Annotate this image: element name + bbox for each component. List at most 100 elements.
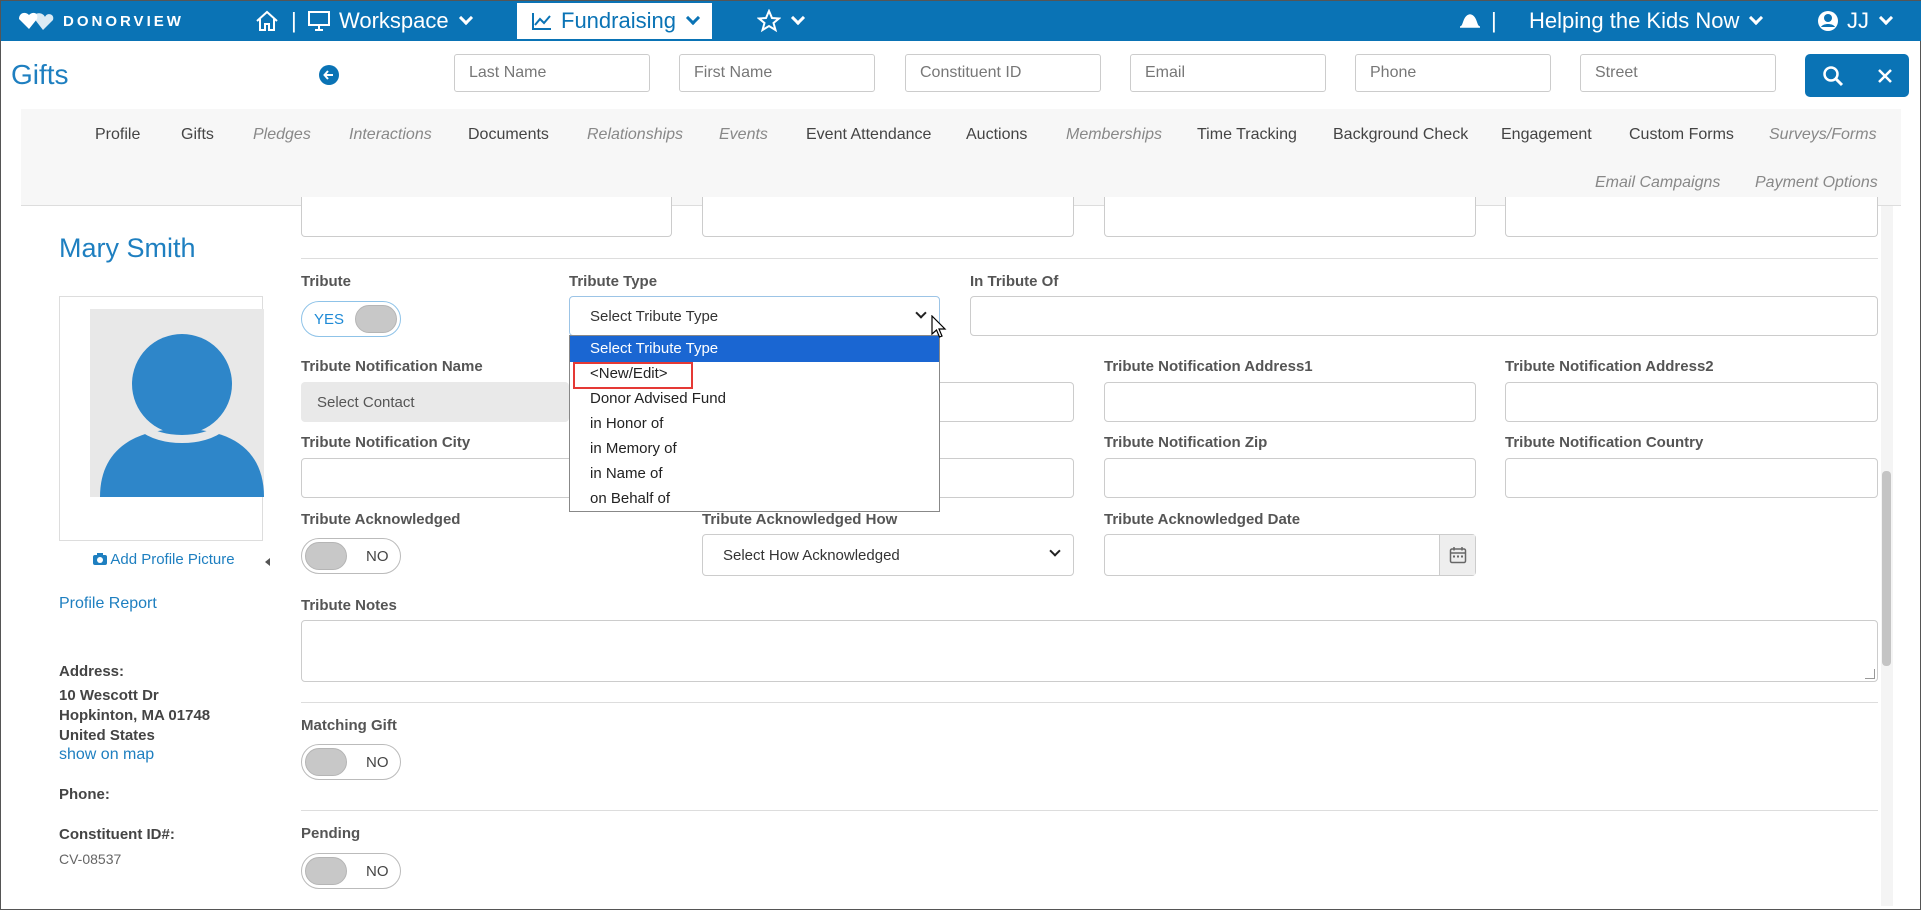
pending-toggle[interactable]: NO bbox=[301, 853, 401, 889]
tab-gifts[interactable]: Gifts bbox=[181, 126, 214, 144]
matching-gift-toggle-label: NO bbox=[366, 754, 389, 771]
tribute-notes-textarea[interactable] bbox=[301, 620, 1878, 682]
notification-zip-input[interactable] bbox=[1104, 458, 1476, 498]
tab-surveys-forms[interactable]: Surveys/Forms bbox=[1769, 126, 1877, 144]
pending-label: Pending bbox=[301, 825, 361, 842]
tab-relationships[interactable]: Relationships bbox=[587, 126, 683, 144]
in-tribute-of-input[interactable] bbox=[970, 296, 1878, 336]
form-field-top-3[interactable] bbox=[1104, 197, 1476, 237]
toggle-knob bbox=[305, 857, 347, 885]
tab-background-check[interactable]: Background Check bbox=[1333, 126, 1468, 144]
acknowledged-how-select[interactable]: Select How Acknowledged bbox=[702, 534, 1074, 576]
section-divider bbox=[301, 258, 1878, 259]
star-icon bbox=[757, 9, 781, 33]
donorview-logo[interactable]: DONORVIEW bbox=[15, 9, 184, 33]
section-divider bbox=[301, 810, 1878, 811]
avatar-container bbox=[59, 296, 264, 541]
dropdown-option-in-honor-of[interactable]: in Honor of bbox=[590, 415, 663, 432]
favorites-menu[interactable] bbox=[757, 1, 806, 41]
add-profile-picture-link[interactable]: Add Profile Picture bbox=[93, 551, 235, 568]
calendar-button[interactable] bbox=[1439, 535, 1475, 575]
address-line-3: United States bbox=[59, 727, 155, 744]
tab-events[interactable]: Events bbox=[719, 126, 768, 144]
tab-time-tracking[interactable]: Time Tracking bbox=[1197, 126, 1297, 144]
tribute-acknowledged-label: Tribute Acknowledged bbox=[301, 511, 461, 528]
acknowledged-how-value: Select How Acknowledged bbox=[723, 546, 900, 564]
resize-handle[interactable] bbox=[1865, 669, 1875, 679]
tab-engagement[interactable]: Engagement bbox=[1501, 126, 1592, 144]
tribute-type-label: Tribute Type bbox=[569, 273, 658, 290]
constituent-name: Mary Smith bbox=[59, 233, 196, 263]
collapse-panel-icon[interactable] bbox=[265, 558, 270, 566]
logo-icon bbox=[19, 12, 54, 30]
search-first-name-input[interactable] bbox=[679, 54, 875, 92]
tab-custom-forms[interactable]: Custom Forms bbox=[1629, 126, 1734, 144]
search-last-name-input[interactable] bbox=[454, 54, 650, 92]
workspace-menu[interactable]: Workspace bbox=[307, 1, 473, 41]
home-button[interactable] bbox=[255, 1, 279, 41]
organization-name: Helping the Kids Now bbox=[1529, 8, 1740, 33]
search-icon[interactable] bbox=[1822, 65, 1844, 87]
matching-gift-toggle[interactable]: NO bbox=[301, 744, 401, 780]
phone-label: Phone: bbox=[59, 786, 110, 803]
tab-email-campaigns[interactable]: Email Campaigns bbox=[1595, 174, 1720, 192]
back-button[interactable] bbox=[319, 65, 339, 85]
user-circle-icon bbox=[1818, 11, 1838, 31]
dropdown-option-in-name-of[interactable]: in Name of bbox=[590, 465, 663, 482]
chevron-down-icon bbox=[1749, 10, 1764, 26]
search-phone-input[interactable] bbox=[1355, 54, 1551, 92]
tab-payment-options[interactable]: Payment Options bbox=[1755, 174, 1878, 192]
tribute-toggle[interactable]: YES bbox=[301, 301, 401, 337]
select-contact-input[interactable]: Select Contact bbox=[301, 382, 569, 422]
logo-text: DONORVIEW bbox=[63, 12, 184, 30]
user-menu[interactable]: JJ bbox=[1817, 1, 1894, 41]
form-field-top-4[interactable] bbox=[1505, 197, 1878, 237]
form-field-top-2[interactable] bbox=[702, 197, 1074, 237]
notification-city-label: Tribute Notification City bbox=[301, 434, 471, 451]
profile-report-link[interactable]: Profile Report bbox=[59, 595, 157, 613]
tab-auctions[interactable]: Auctions bbox=[966, 126, 1027, 144]
tribute-toggle-label: YES bbox=[314, 311, 345, 328]
tab-event-attendance[interactable]: Event Attendance bbox=[806, 126, 931, 144]
search-email-input[interactable] bbox=[1130, 54, 1326, 92]
tab-documents[interactable]: Documents bbox=[468, 126, 549, 144]
dropdown-option-donor-advised-fund[interactable]: Donor Advised Fund bbox=[590, 390, 726, 407]
form-field-top-1[interactable] bbox=[301, 197, 672, 237]
tribute-label: Tribute bbox=[301, 273, 352, 290]
search-street-input[interactable] bbox=[1580, 54, 1776, 92]
tab-profile[interactable]: Profile bbox=[95, 126, 140, 144]
tab-pledges[interactable]: Pledges bbox=[253, 126, 311, 144]
calendar-icon bbox=[1449, 547, 1466, 564]
scrollbar-thumb[interactable] bbox=[1882, 471, 1891, 666]
show-on-map-link[interactable]: show on map bbox=[59, 746, 154, 764]
page-title: Gifts bbox=[11, 59, 69, 90]
top-navbar: DONORVIEW | Workspace Fundraising | Help… bbox=[1, 1, 1921, 41]
chart-line-icon bbox=[532, 13, 551, 30]
notification-address2-label: Tribute Notification Address2 bbox=[1505, 358, 1714, 375]
notification-address2-input[interactable] bbox=[1505, 382, 1878, 422]
tribute-acknowledged-toggle-label: NO bbox=[366, 548, 389, 565]
acknowledged-date-input[interactable] bbox=[1104, 534, 1476, 576]
home-icon bbox=[256, 10, 278, 31]
notification-name-label: Tribute Notification Name bbox=[301, 358, 483, 375]
tab-memberships[interactable]: Memberships bbox=[1066, 126, 1162, 144]
tribute-type-select[interactable]: Select Tribute Type bbox=[569, 296, 940, 336]
dropdown-option-on-behalf-of[interactable]: on Behalf of bbox=[590, 490, 670, 507]
fundraising-menu[interactable]: Fundraising bbox=[517, 3, 712, 39]
notification-country-input[interactable] bbox=[1505, 458, 1878, 498]
in-tribute-of-label: In Tribute Of bbox=[970, 273, 1059, 290]
chevron-down-icon bbox=[685, 10, 701, 26]
search-constituent-id-input[interactable] bbox=[905, 54, 1101, 92]
tribute-acknowledged-toggle[interactable]: NO bbox=[301, 538, 401, 574]
organization-menu[interactable]: Helping the Kids Now bbox=[1529, 1, 1764, 41]
notification-zip-label: Tribute Notification Zip bbox=[1104, 434, 1268, 451]
add-profile-picture-label: Add Profile Picture bbox=[110, 551, 235, 568]
notification-address1-input[interactable] bbox=[1104, 382, 1476, 422]
chevron-down-icon bbox=[1878, 10, 1894, 26]
close-icon[interactable] bbox=[1877, 68, 1893, 84]
notifications-button[interactable] bbox=[1459, 1, 1481, 41]
toggle-knob bbox=[305, 748, 347, 776]
dropdown-option-selected[interactable]: Select Tribute Type bbox=[570, 336, 939, 362]
dropdown-option-in-memory-of[interactable]: in Memory of bbox=[590, 440, 677, 457]
tab-interactions[interactable]: Interactions bbox=[349, 126, 432, 144]
